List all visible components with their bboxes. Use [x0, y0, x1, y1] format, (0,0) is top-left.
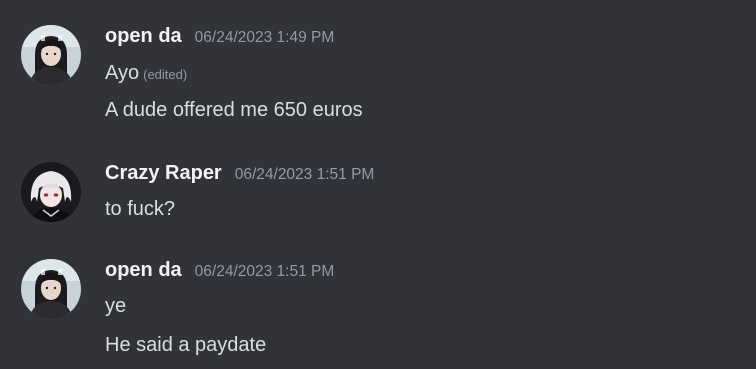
avatar-dark-hair-girl-icon — [21, 259, 81, 319]
message-text: A dude offered me 650 euros — [105, 97, 363, 123]
message-header: open da 06/24/2023 1:49 PM — [105, 25, 334, 51]
username[interactable]: open da — [105, 259, 182, 282]
message-content: Ayo — [105, 62, 140, 84]
timestamp: 06/24/2023 1:51 PM — [194, 263, 335, 280]
avatar-white-hair-anime-icon — [21, 162, 81, 222]
username[interactable]: open da — [105, 25, 182, 48]
message-text: Ayo (edited) — [105, 60, 187, 88]
avatar-dark-hair-girl-icon — [21, 25, 81, 85]
edited-label: (edited) — [143, 67, 188, 82]
message-header: open da 06/24/2023 1:51 PM — [105, 259, 334, 285]
chat-message-list: open da 06/24/2023 1:49 PM Ayo (edited) A… — [0, 0, 756, 369]
avatar[interactable] — [21, 162, 81, 222]
message-text: He said a paydate — [105, 332, 266, 358]
message-content: A dude offered me 650 euros — [105, 99, 363, 121]
message-text: to fuck? — [105, 196, 175, 222]
timestamp: 06/24/2023 1:51 PM — [234, 166, 375, 183]
avatar[interactable] — [21, 25, 81, 85]
timestamp: 06/24/2023 1:49 PM — [194, 29, 335, 46]
message-content: to fuck? — [105, 198, 176, 220]
message-content: ye — [105, 295, 127, 317]
avatar[interactable] — [21, 259, 81, 319]
message-content: He said a paydate — [105, 334, 267, 356]
message-header: Crazy Raper 06/24/2023 1:51 PM — [105, 162, 374, 188]
username[interactable]: Crazy Raper — [105, 162, 222, 185]
message-text: ye — [105, 293, 126, 319]
